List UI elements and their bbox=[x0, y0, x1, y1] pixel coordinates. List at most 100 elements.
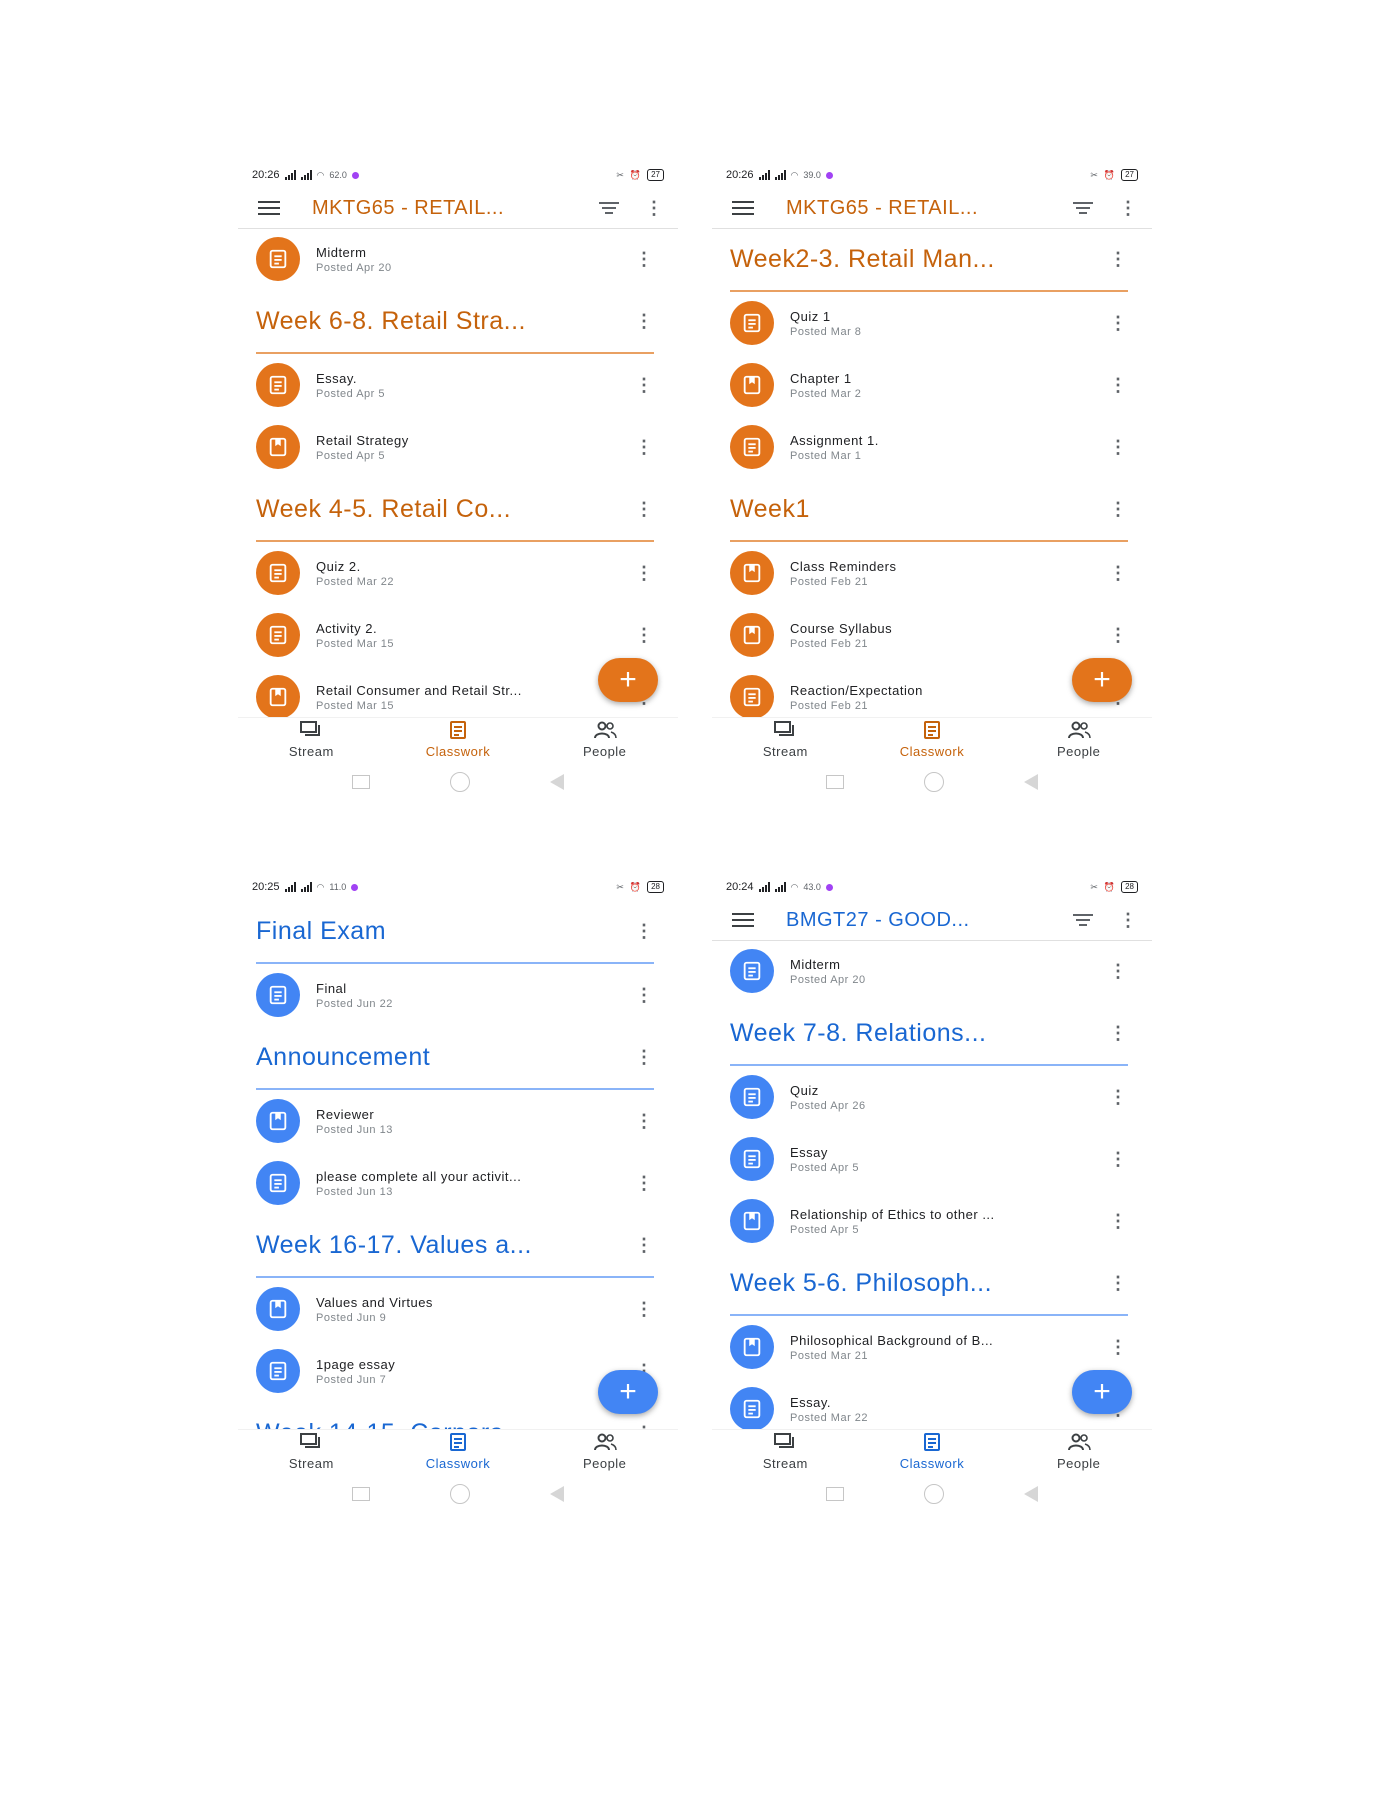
nav-people[interactable]: People bbox=[531, 718, 678, 762]
nav-stream[interactable]: Stream bbox=[238, 718, 385, 762]
topic-more-icon[interactable]: ⋮ bbox=[634, 312, 654, 330]
item-more-icon[interactable]: ⋮ bbox=[634, 1112, 654, 1130]
more-options-icon[interactable]: ⋮ bbox=[1118, 911, 1138, 929]
classwork-item[interactable]: Retail Consumer and Retail Str... Posted … bbox=[256, 666, 654, 720]
status-left: 20:24 ◠ 43.0 bbox=[726, 881, 833, 893]
topic-more-icon[interactable]: ⋮ bbox=[634, 1236, 654, 1254]
item-more-icon[interactable]: ⋮ bbox=[634, 626, 654, 644]
item-text: Assignment 1. Posted Mar 1 bbox=[790, 433, 1108, 462]
back-icon[interactable] bbox=[1024, 774, 1038, 790]
nav-stream[interactable]: Stream bbox=[712, 718, 859, 762]
nav-classwork[interactable]: Classwork bbox=[859, 1430, 1006, 1474]
classwork-item[interactable]: Activity 2. Posted Mar 15 ⋮ bbox=[256, 604, 654, 666]
item-more-icon[interactable]: ⋮ bbox=[1108, 438, 1128, 456]
item-more-icon[interactable]: ⋮ bbox=[634, 1174, 654, 1192]
wifi-icon: ◠ bbox=[316, 169, 325, 180]
create-fab-button[interactable]: + bbox=[1072, 658, 1132, 702]
recents-icon[interactable] bbox=[352, 775, 370, 789]
mute-icon: ✂ bbox=[616, 881, 624, 892]
back-icon[interactable] bbox=[550, 774, 564, 790]
create-fab-button[interactable]: + bbox=[1072, 1370, 1132, 1414]
item-more-icon[interactable]: ⋮ bbox=[1108, 564, 1128, 582]
filter-icon[interactable] bbox=[1072, 202, 1094, 214]
item-posted-date: Posted Jun 9 bbox=[316, 1311, 387, 1324]
home-icon[interactable] bbox=[924, 772, 944, 792]
classwork-item[interactable]: Final Posted Jun 22 ⋮ bbox=[256, 964, 654, 1026]
item-more-icon[interactable]: ⋮ bbox=[1108, 314, 1128, 332]
classwork-item[interactable]: Midterm Posted Apr 20 ⋮ bbox=[256, 228, 654, 290]
recents-icon[interactable] bbox=[826, 775, 844, 789]
home-icon[interactable] bbox=[450, 772, 470, 792]
item-more-icon[interactable]: ⋮ bbox=[634, 564, 654, 582]
item-more-icon[interactable]: ⋮ bbox=[1108, 1088, 1128, 1106]
item-posted-date: Posted Apr 20 bbox=[316, 261, 392, 274]
menu-icon[interactable] bbox=[732, 201, 754, 215]
classwork-item[interactable]: Reviewer Posted Jun 13 ⋮ bbox=[256, 1090, 654, 1152]
item-more-icon[interactable]: ⋮ bbox=[1108, 1212, 1128, 1230]
topic-more-icon[interactable]: ⋮ bbox=[634, 500, 654, 518]
back-icon[interactable] bbox=[550, 1486, 564, 1502]
classwork-item[interactable]: Reaction/ExpectationPosted Feb 21⋮ bbox=[730, 666, 1128, 720]
nav-people[interactable]: People bbox=[1005, 1430, 1152, 1474]
item-text: Quiz 2. Posted Mar 22 bbox=[316, 559, 634, 588]
item-more-icon[interactable]: ⋮ bbox=[634, 986, 654, 1004]
menu-icon[interactable] bbox=[258, 201, 280, 215]
classwork-item[interactable]: Course Syllabus Posted Feb 21 ⋮ bbox=[730, 604, 1128, 666]
item-more-icon[interactable]: ⋮ bbox=[1108, 376, 1128, 394]
create-fab-button[interactable]: + bbox=[598, 658, 658, 702]
more-options-icon[interactable]: ⋮ bbox=[644, 199, 664, 217]
nav-classwork[interactable]: Classwork bbox=[385, 1430, 532, 1474]
classwork-item[interactable]: Quiz 2. Posted Mar 22 ⋮ bbox=[256, 542, 654, 604]
classwork-item[interactable]: Essay.Posted Mar 22⋮ bbox=[730, 1378, 1128, 1432]
nav-people-label: People bbox=[1056, 744, 1101, 759]
classwork-item[interactable]: Philosophical Background of B... Posted M… bbox=[730, 1316, 1128, 1378]
item-more-icon[interactable]: ⋮ bbox=[1108, 626, 1128, 644]
classwork-item[interactable]: Essay Posted Apr 5 ⋮ bbox=[730, 1128, 1128, 1190]
create-fab-button[interactable]: + bbox=[598, 1370, 658, 1414]
topic-more-icon[interactable]: ⋮ bbox=[1108, 500, 1128, 518]
classwork-item[interactable]: please complete all your activit... Poste… bbox=[256, 1152, 654, 1214]
item-more-icon[interactable]: ⋮ bbox=[634, 1300, 654, 1318]
menu-icon[interactable] bbox=[732, 913, 754, 927]
network-speed: 43.0 bbox=[803, 882, 821, 892]
back-icon[interactable] bbox=[1024, 1486, 1038, 1502]
assignment-icon bbox=[730, 425, 774, 469]
classwork-item[interactable]: Class Reminders Posted Feb 21 ⋮ bbox=[730, 542, 1128, 604]
classwork-item[interactable]: 1page essayPosted Jun 7⋮ bbox=[256, 1340, 654, 1402]
item-more-icon[interactable]: ⋮ bbox=[634, 250, 654, 268]
item-more-icon[interactable]: ⋮ bbox=[1108, 1150, 1128, 1168]
topic-more-icon[interactable]: ⋮ bbox=[634, 1048, 654, 1066]
recents-icon[interactable] bbox=[826, 1487, 844, 1501]
item-text: Course Syllabus Posted Feb 21 bbox=[790, 621, 1108, 650]
topic-more-icon[interactable]: ⋮ bbox=[1108, 1024, 1128, 1042]
item-more-icon[interactable]: ⋮ bbox=[634, 376, 654, 394]
classwork-item[interactable]: Assignment 1. Posted Mar 1 ⋮ bbox=[730, 416, 1128, 478]
classwork-item[interactable]: Quiz Posted Apr 26 ⋮ bbox=[730, 1066, 1128, 1128]
home-icon[interactable] bbox=[924, 1484, 944, 1504]
recents-icon[interactable] bbox=[352, 1487, 370, 1501]
item-more-icon[interactable]: ⋮ bbox=[634, 438, 654, 456]
classwork-item[interactable]: Relationship of Ethics to other ... Poste… bbox=[730, 1190, 1128, 1252]
classwork-item[interactable]: Values and Virtues Posted Jun 9 ⋮ bbox=[256, 1278, 654, 1340]
classwork-item[interactable]: Chapter 1 Posted Mar 2 ⋮ bbox=[730, 354, 1128, 416]
item-more-icon[interactable]: ⋮ bbox=[1108, 962, 1128, 980]
more-options-icon[interactable]: ⋮ bbox=[1118, 199, 1138, 217]
nav-people[interactable]: People bbox=[1005, 718, 1152, 762]
classwork-item[interactable]: Essay. Posted Apr 5 ⋮ bbox=[256, 354, 654, 416]
nav-stream[interactable]: Stream bbox=[238, 1430, 385, 1474]
classwork-item[interactable]: Midterm Posted Apr 20 ⋮ bbox=[730, 940, 1128, 1002]
filter-icon[interactable] bbox=[1072, 914, 1094, 926]
classwork-item[interactable]: Retail Strategy Posted Apr 5 ⋮ bbox=[256, 416, 654, 478]
topic-more-icon[interactable]: ⋮ bbox=[634, 922, 654, 940]
nav-classwork[interactable]: Classwork bbox=[859, 718, 1006, 762]
topic-more-icon[interactable]: ⋮ bbox=[1108, 1274, 1128, 1292]
filter-icon[interactable] bbox=[598, 202, 620, 214]
home-icon[interactable] bbox=[450, 1484, 470, 1504]
people-icon bbox=[1067, 1433, 1091, 1456]
nav-people[interactable]: People bbox=[531, 1430, 678, 1474]
nav-classwork[interactable]: Classwork bbox=[385, 718, 532, 762]
item-more-icon[interactable]: ⋮ bbox=[1108, 1338, 1128, 1356]
topic-more-icon[interactable]: ⋮ bbox=[1108, 250, 1128, 268]
classwork-item[interactable]: Quiz 1 Posted Mar 8 ⋮ bbox=[730, 292, 1128, 354]
nav-stream[interactable]: Stream bbox=[712, 1430, 859, 1474]
